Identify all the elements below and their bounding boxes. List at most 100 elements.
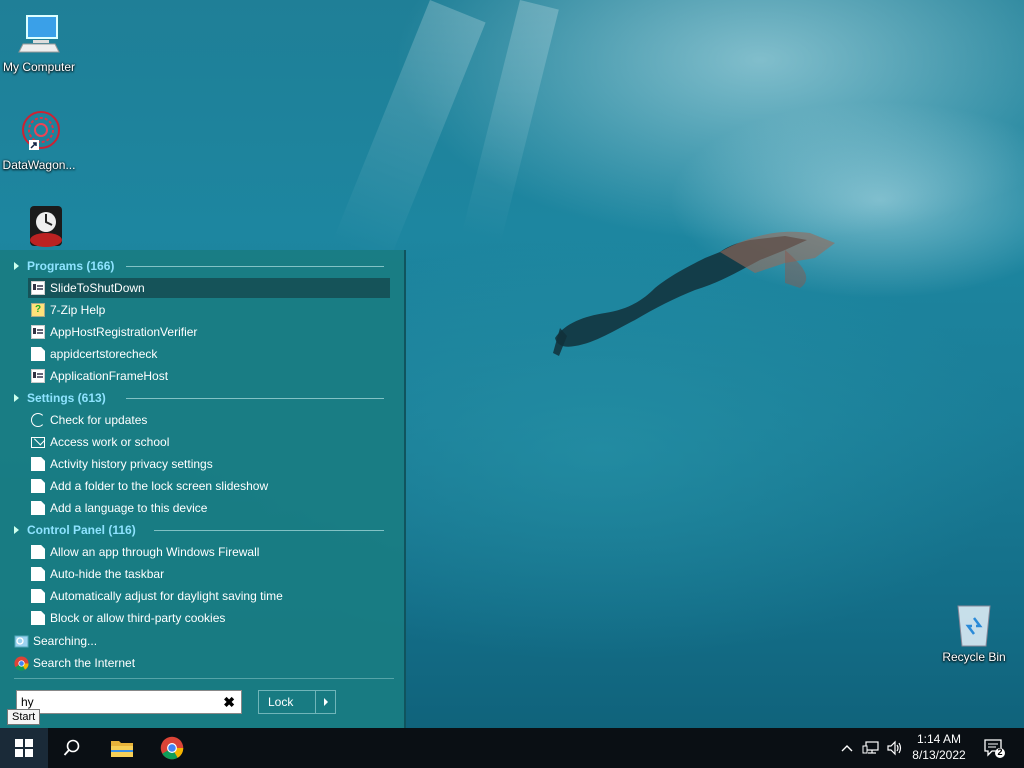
- searching-status: Searching...: [14, 631, 97, 651]
- searching-label: Searching...: [33, 634, 98, 648]
- clock-time: 1:14 AM: [916, 732, 962, 746]
- item-label: SlideToShutDown: [50, 281, 145, 295]
- item-label: Add a folder to the lock screen slidesho…: [50, 479, 269, 493]
- item-label: Add a language to this device: [50, 501, 208, 515]
- chrome-icon: [14, 655, 29, 671]
- recycle-bin-icon: [950, 600, 998, 648]
- network-icon: [862, 741, 879, 754]
- document-icon: [31, 545, 45, 559]
- document-icon: [31, 457, 45, 471]
- divider: [126, 398, 384, 399]
- category-control-panel[interactable]: Control Panel (116): [14, 520, 386, 540]
- file-explorer-button[interactable]: [98, 728, 146, 768]
- document-icon: [31, 589, 45, 603]
- item-label: Block or allow third-party cookies: [50, 611, 226, 625]
- expand-arrow-icon: [14, 526, 19, 534]
- control-panel-item-third-party-cookies[interactable]: Block or allow third-party cookies: [28, 608, 390, 628]
- poker-chip-icon: [15, 204, 63, 252]
- document-icon: [31, 501, 45, 515]
- item-label: Automatically adjust for daylight saving…: [50, 589, 283, 603]
- item-label: Allow an app through Windows Firewall: [50, 545, 260, 559]
- power-options-arrow-icon[interactable]: [316, 690, 336, 714]
- program-item-apphostregistrationverifier[interactable]: AppHostRegistrationVerifier: [28, 322, 390, 342]
- start-menu: Programs (166) SlideToShutDown ? 7-Zip H…: [0, 250, 406, 728]
- search-box: ✖: [16, 690, 242, 714]
- setting-item-access-work-or-school[interactable]: Access work or school: [28, 432, 390, 452]
- network-button[interactable]: [860, 728, 882, 768]
- start-tooltip: Start: [7, 709, 41, 725]
- computer-icon: [15, 10, 63, 58]
- category-label: Programs (166): [27, 259, 115, 273]
- desktop-icon-label: DataWagon...: [2, 158, 76, 172]
- clear-search-icon[interactable]: ✖: [223, 694, 235, 711]
- search-folder-icon: [14, 635, 29, 648]
- desktop-icon-label: My Computer: [2, 60, 76, 74]
- item-label: Activity history privacy settings: [50, 457, 213, 471]
- help-icon: ?: [31, 303, 45, 317]
- control-panel-item-daylight-saving[interactable]: Automatically adjust for daylight saving…: [28, 586, 390, 606]
- setting-item-add-language[interactable]: Add a language to this device: [28, 498, 390, 518]
- item-label: Check for updates: [50, 413, 148, 427]
- setting-item-lock-screen-slideshow[interactable]: Add a folder to the lock screen slidesho…: [28, 476, 390, 496]
- search-input[interactable]: [17, 691, 215, 713]
- document-icon: [31, 479, 45, 493]
- start-button[interactable]: [0, 728, 48, 768]
- document-icon: [31, 567, 45, 581]
- category-programs[interactable]: Programs (166): [14, 256, 386, 276]
- search-internet-item[interactable]: Search the Internet: [14, 653, 135, 673]
- desktop-icon-recycle-bin[interactable]: Recycle Bin: [935, 600, 1013, 664]
- category-label: Settings (613): [27, 391, 106, 405]
- taskbar: 1:14 AM 8/13/2022 2: [0, 728, 1024, 768]
- control-panel-item-firewall[interactable]: Allow an app through Windows Firewall: [28, 542, 390, 562]
- program-item-7zip-help[interactable]: ? 7-Zip Help: [28, 300, 390, 320]
- program-item-applicationframehost[interactable]: ApplicationFrameHost: [28, 366, 390, 386]
- speaker-icon: [887, 740, 902, 756]
- control-panel-item-auto-hide-taskbar[interactable]: Auto-hide the taskbar: [28, 564, 390, 584]
- chevron-up-icon: [841, 745, 853, 752]
- refresh-icon: [31, 413, 45, 427]
- expand-arrow-icon: [14, 394, 19, 402]
- volume-button[interactable]: [884, 728, 906, 768]
- desktop-icon-datawagon[interactable]: DataWagon...: [0, 108, 78, 172]
- notification-count-badge: 2: [997, 747, 1003, 757]
- item-label: AppHostRegistrationVerifier: [50, 325, 198, 339]
- item-label: appidcertstorecheck: [50, 347, 158, 361]
- item-label: Access work or school: [50, 435, 170, 449]
- app-icon: [31, 325, 45, 339]
- program-item-appidcertstorecheck[interactable]: appidcertstorecheck: [28, 344, 390, 364]
- light-ray: [332, 0, 486, 264]
- clock-date: 8/13/2022: [912, 748, 966, 762]
- expand-arrow-icon: [14, 262, 19, 270]
- divider: [154, 530, 384, 531]
- briefcase-icon: [31, 436, 45, 448]
- desktop-icon-poker[interactable]: [0, 204, 78, 252]
- action-center-button[interactable]: 2: [980, 728, 1008, 768]
- divider: [14, 678, 394, 679]
- desktop-icon-label: Recycle Bin: [942, 650, 1006, 664]
- document-icon: [31, 347, 45, 361]
- lock-label: Lock: [268, 695, 294, 709]
- taskbar-clock[interactable]: 1:14 AM 8/13/2022: [904, 731, 974, 763]
- chrome-taskbar-button[interactable]: [148, 728, 196, 768]
- windows-logo-icon: [15, 739, 33, 757]
- setting-item-activity-history[interactable]: Activity history privacy settings: [28, 454, 390, 474]
- show-hidden-icons-button[interactable]: [838, 728, 856, 768]
- search-internet-label: Search the Internet: [33, 656, 136, 670]
- diver-wallpaper-image: [553, 231, 835, 356]
- divider: [126, 266, 384, 267]
- chrome-icon: [160, 736, 184, 760]
- item-label: ApplicationFrameHost: [50, 369, 169, 383]
- item-label: 7-Zip Help: [50, 303, 106, 317]
- lock-button[interactable]: Lock: [258, 690, 316, 714]
- document-icon: [31, 611, 45, 625]
- search-icon: [63, 739, 80, 756]
- app-icon: [31, 281, 45, 295]
- category-settings[interactable]: Settings (613): [14, 388, 386, 408]
- item-label: Auto-hide the taskbar: [50, 567, 165, 581]
- desktop-icon-my-computer[interactable]: My Computer: [0, 10, 78, 74]
- folder-icon: [111, 741, 133, 757]
- setting-item-check-for-updates[interactable]: Check for updates: [28, 410, 390, 430]
- taskbar-search-button[interactable]: [48, 728, 96, 768]
- program-item-slidetoshutdown[interactable]: SlideToShutDown: [28, 278, 390, 298]
- datawagon-icon: [15, 108, 63, 156]
